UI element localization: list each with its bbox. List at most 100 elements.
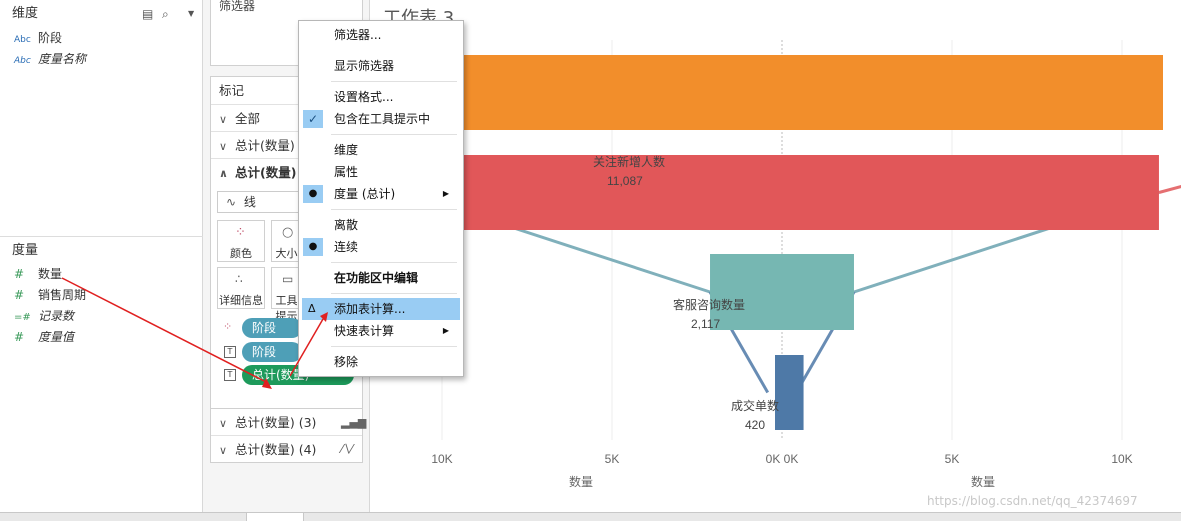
menu-item-include-tooltip[interactable]: ✓ 包含在工具提示中	[299, 108, 463, 130]
marks-row-label: 总计(数量)	[235, 138, 295, 153]
menu-label: 添加表计算...	[334, 302, 406, 316]
detail-card[interactable]: ∴ 详细信息	[217, 267, 265, 309]
sheet-tab-bar[interactable]	[0, 512, 1181, 521]
marks-row-label: 总计(数量) (4)	[235, 442, 317, 457]
field-label: 度量值	[38, 330, 75, 344]
menu-item-dimension[interactable]: 维度	[299, 139, 463, 161]
menu-item-filter[interactable]: 筛选器...	[299, 24, 463, 46]
bar-mark-icon: ▂▄▆	[341, 416, 367, 429]
dimension-field-measure-names[interactable]: Abc 度量名称	[0, 49, 202, 70]
x-tick-label-right: 5K	[945, 452, 960, 466]
menu-separator	[331, 262, 457, 263]
measure-field-quantity[interactable]: # 数量	[0, 264, 203, 285]
color-encoding-icon: ⁘	[223, 320, 233, 333]
marks-row-label: 全部	[235, 111, 261, 126]
measures-title: 度量	[12, 243, 39, 258]
pill-stage-label[interactable]: 阶段	[242, 342, 302, 362]
filters-title: 筛选器	[219, 0, 256, 13]
search-icon[interactable]: ⌕	[162, 0, 169, 28]
worksheet-view[interactable]: 工作表 3 20K15K10K5K0K0K5K10K15K20K数量数量关注新增…	[371, 0, 1181, 512]
menu-label: 筛选器...	[334, 28, 382, 42]
marks-row-sum-4[interactable]: ∨ 总计(数量) (4) ⁄∖⁄	[211, 436, 362, 463]
tooltip-card[interactable]: ▭ 工具提示	[271, 267, 301, 323]
radio-dot-icon: ●	[303, 185, 323, 203]
chevron-up-icon: ∧	[219, 167, 228, 180]
chevron-down-icon: ∨	[219, 113, 228, 126]
measure-field-measure-values[interactable]: # 度量值	[0, 327, 203, 348]
funnel-bar	[775, 355, 804, 430]
menu-item-add-table-calc[interactable]: Δ 添加表计算...	[302, 298, 460, 320]
card-label: 详细信息	[219, 294, 263, 307]
number-type-icon: #	[14, 267, 25, 281]
pill-label: 阶段	[252, 345, 277, 359]
pill-label: 阶段	[252, 321, 277, 335]
number-type-icon: #	[14, 288, 25, 302]
menu-label: 离散	[334, 218, 359, 232]
watermark: https://blog.csdn.net/qq_42374697	[927, 494, 1138, 508]
chevron-down-icon: ∨	[219, 417, 228, 430]
field-label: 数量	[38, 267, 63, 281]
menu-item-show-filter[interactable]: 显示筛选器	[299, 55, 463, 77]
line-mark-icon: ⁄∖⁄	[341, 442, 353, 456]
submenu-arrow-icon: ▶	[442, 189, 449, 198]
measures-header: 度量	[0, 238, 203, 264]
chevron-down-icon: ∨	[219, 140, 228, 153]
menu-label: 移除	[334, 355, 359, 369]
x-tick-label-left: 5K	[605, 452, 620, 466]
menu-label: 连续	[334, 240, 359, 254]
marks-bottom-rows: ∨ 总计(数量) (3) ▂▄▆ ∨ 总计(数量) (4) ⁄∖⁄	[210, 408, 366, 463]
measure-field-record-count[interactable]: =# 记录数	[0, 306, 203, 327]
measure-field-sales-cycle[interactable]: # 销售周期	[0, 285, 203, 306]
submenu-arrow-icon: ▶	[442, 326, 449, 335]
dimensions-header: 维度 ▤ ⌕ ▼	[0, 0, 202, 28]
bar-value-label: 11,087	[607, 174, 643, 188]
chevron-down-icon[interactable]: ▼	[188, 0, 194, 28]
menu-separator	[331, 209, 457, 210]
menu-label: 包含在工具提示中	[334, 112, 431, 126]
checkmark-icon: ✓	[303, 110, 323, 128]
funnel-bar	[461, 55, 1163, 130]
pill-stage-color[interactable]: 阶段	[242, 318, 302, 338]
dimensions-title: 维度	[12, 6, 39, 21]
field-label: 阶段	[38, 31, 63, 45]
list-view-icon[interactable]: ▤	[142, 0, 153, 28]
active-sheet-tab[interactable]	[246, 513, 304, 521]
chevron-down-icon: ∨	[219, 444, 228, 457]
menu-label: 维度	[334, 143, 359, 157]
x-tick-label-right: 10K	[1111, 452, 1132, 466]
menu-item-attribute[interactable]: 属性	[299, 161, 463, 183]
menu-label: 设置格式...	[334, 90, 394, 104]
size-icon: ○	[282, 225, 294, 240]
data-pane: 维度 ▤ ⌕ ▼ Abc 阶段 Abc 度量名称 度量 # 数量 # 销售周期 =# 记录…	[0, 0, 203, 521]
bar-value-label: 420	[745, 418, 765, 432]
menu-item-quick-table-calc[interactable]: 快速表计算 ▶	[299, 320, 463, 342]
divider	[0, 236, 203, 237]
x-axis-title-left: 数量	[569, 474, 593, 489]
size-card[interactable]: ○ 大小	[271, 220, 301, 262]
label-encoding-icon: T	[224, 346, 236, 358]
mark-type-label: 线	[243, 195, 256, 209]
color-card[interactable]: ⁘ 颜色	[217, 220, 265, 262]
funnel-chart[interactable]: 20K15K10K5K0K0K5K10K15K20K数量数量关注新增人数11,0…	[371, 0, 1181, 512]
field-label: 销售周期	[38, 288, 87, 302]
menu-item-remove[interactable]: 移除	[299, 351, 463, 373]
menu-item-continuous[interactable]: ● 连续	[299, 236, 463, 258]
menu-item-discrete[interactable]: 离散	[299, 214, 463, 236]
detail-icon: ∴	[235, 272, 243, 286]
marks-row-sum-3[interactable]: ∨ 总计(数量) (3) ▂▄▆	[211, 409, 366, 436]
funnel-bar	[710, 254, 854, 330]
bar-value-label: 2,117	[691, 317, 720, 331]
field-label: 度量名称	[38, 52, 87, 66]
menu-item-measure-total[interactable]: ● 度量 (总计) ▶	[299, 183, 463, 205]
dimension-field-stage[interactable]: Abc 阶段	[0, 28, 202, 49]
string-type-icon: Abc	[14, 56, 31, 66]
funnel-bar	[405, 155, 1159, 230]
menu-item-edit-in-shelf[interactable]: 在功能区中编辑	[299, 267, 463, 289]
context-menu: 筛选器... 显示筛选器 设置格式... ✓ 包含在工具提示中 维度 属性 ● …	[298, 20, 464, 377]
menu-separator	[331, 346, 457, 347]
menu-item-format[interactable]: 设置格式...	[299, 86, 463, 108]
menu-label: 快速表计算	[334, 324, 395, 338]
x-tick-label-left: 0K	[766, 452, 781, 466]
menu-separator	[331, 81, 457, 82]
color-icon: ⁘	[235, 225, 246, 240]
